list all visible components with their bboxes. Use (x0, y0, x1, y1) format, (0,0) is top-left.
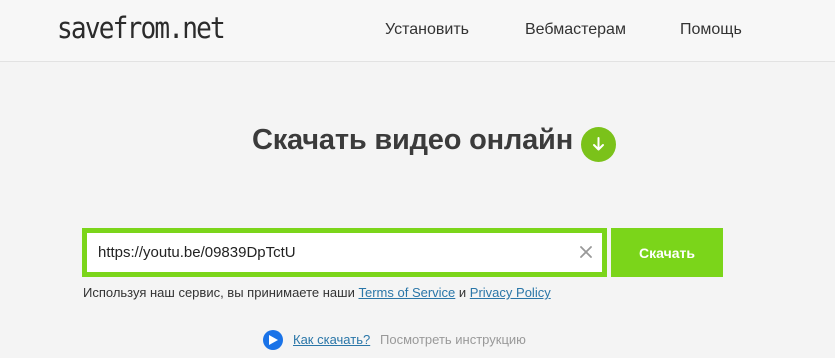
download-arrow-icon (581, 127, 616, 162)
terms-notice: Используя наш сервис, вы принимаете наши… (83, 285, 551, 300)
howto-hint: Посмотреть инструкцию (380, 332, 526, 347)
page-title: Скачать видео онлайн (252, 124, 574, 156)
terms-prefix: Используя наш сервис, вы принимаете наши (83, 285, 359, 300)
privacy-policy-link[interactable]: Privacy Policy (470, 285, 551, 300)
url-input-frame (82, 228, 607, 277)
download-button[interactable]: Скачать (611, 228, 723, 277)
url-input[interactable] (87, 233, 557, 272)
close-icon[interactable] (578, 244, 594, 260)
nav-install[interactable]: Установить (385, 21, 469, 39)
url-input-wrapper (87, 233, 602, 272)
nav-webmasters[interactable]: Вебмастерам (525, 21, 626, 39)
play-icon[interactable] (263, 330, 283, 350)
site-header: savefrom.net Установить Вебмастерам Помо… (0, 0, 835, 62)
terms-and: и (455, 285, 470, 300)
terms-of-service-link[interactable]: Terms of Service (358, 285, 455, 300)
site-logo[interactable]: savefrom.net (57, 11, 226, 45)
nav-help[interactable]: Помощь (680, 21, 742, 39)
howto-link[interactable]: Как скачать? (293, 330, 370, 350)
